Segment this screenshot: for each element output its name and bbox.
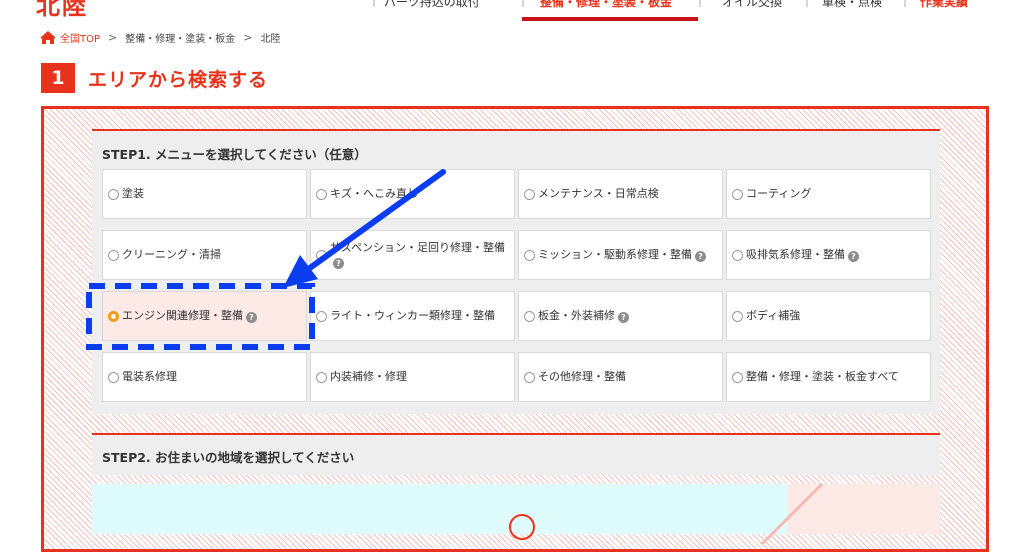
annotation-dashed-box	[86, 283, 315, 350]
annotation-arrow-shaft	[293, 169, 446, 281]
annotation-overlay	[86, 169, 446, 350]
